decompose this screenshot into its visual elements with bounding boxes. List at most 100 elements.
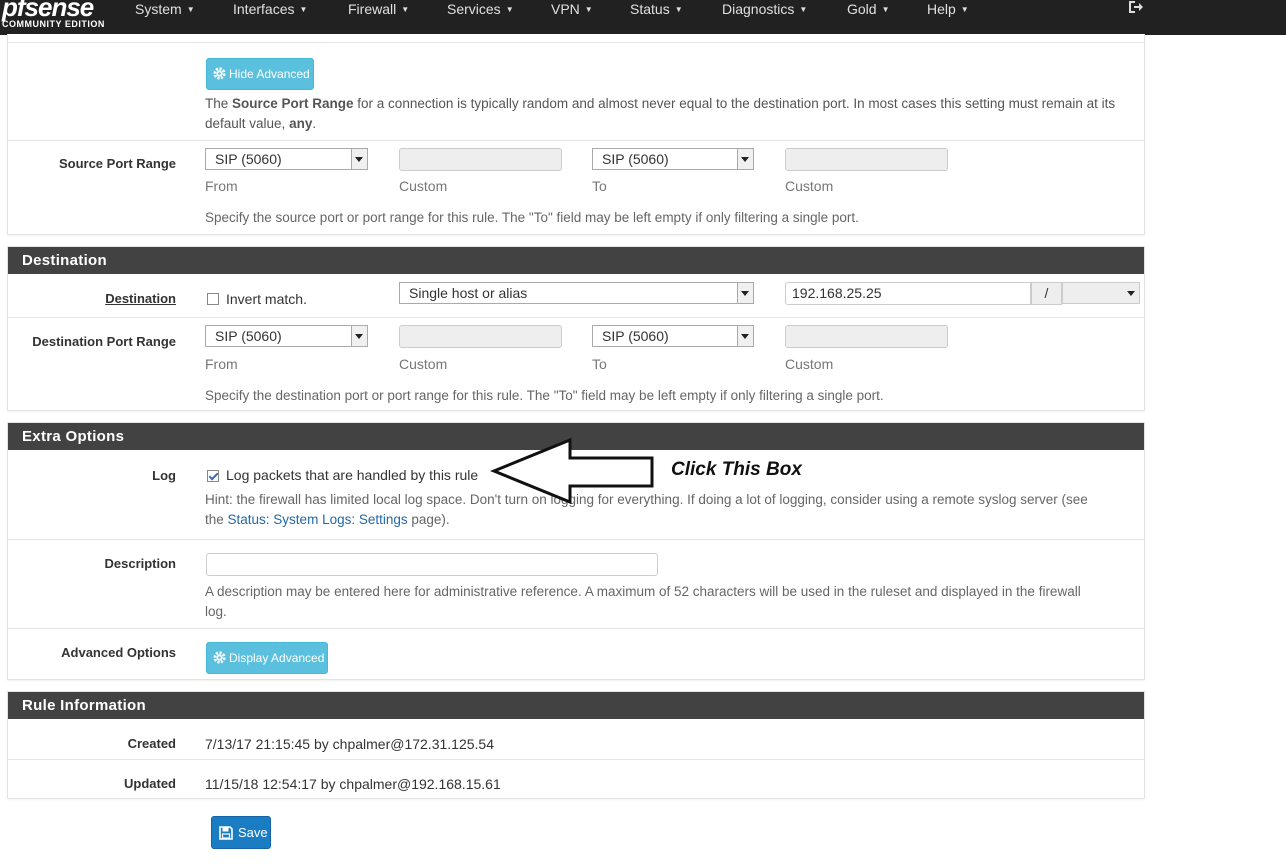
nav-status[interactable]: Status ▼ bbox=[630, 0, 683, 18]
from-sublabel: From bbox=[205, 356, 238, 372]
source-port-from-select[interactable]: SIP (5060) bbox=[205, 148, 368, 170]
caret-down-icon: ▼ bbox=[881, 5, 890, 15]
custom-sublabel: Custom bbox=[399, 178, 448, 194]
caret-down-icon: ▼ bbox=[799, 5, 808, 15]
chevron-down-icon bbox=[1124, 283, 1139, 303]
log-hint-line: Hint: the firewall has limited local log… bbox=[205, 492, 1088, 507]
logout-icon[interactable] bbox=[1128, 0, 1144, 14]
log-packets-checkbox[interactable] bbox=[207, 470, 219, 482]
invert-match-checkbox[interactable] bbox=[207, 293, 219, 305]
nav-label: VPN bbox=[551, 1, 580, 17]
source-port-to-select[interactable]: SIP (5060) bbox=[592, 148, 754, 170]
log-label: Log bbox=[152, 468, 176, 483]
pfsense-logo[interactable]: pfsense COMMUNITY EDITION bbox=[0, 0, 110, 34]
chevron-down-icon bbox=[351, 149, 367, 169]
source-port-from-custom bbox=[399, 148, 562, 171]
destination-type-select[interactable]: Single host or alias bbox=[399, 282, 754, 304]
updated-value: 11/15/18 12:54:17 by chpalmer@192.168.15… bbox=[205, 776, 501, 792]
description-label: Description bbox=[104, 556, 176, 571]
save-button[interactable]: Save bbox=[211, 816, 271, 849]
help-text: The bbox=[205, 96, 233, 111]
row-separator bbox=[8, 628, 1144, 629]
help-bold: any bbox=[289, 116, 313, 131]
destination-address-input[interactable]: 192.168.25.25 bbox=[785, 282, 1031, 305]
gear-icon bbox=[213, 651, 226, 664]
row-separator bbox=[8, 759, 1144, 760]
nav-gold[interactable]: Gold ▼ bbox=[847, 0, 890, 18]
destination-port-from-select[interactable]: SIP (5060) bbox=[205, 325, 368, 347]
nav-label: Status bbox=[630, 1, 670, 17]
rule-information-heading: Rule Information bbox=[8, 692, 1144, 719]
select-value: Single host or alias bbox=[409, 285, 528, 301]
annotation-arrow-icon bbox=[490, 437, 654, 505]
nav-firewall[interactable]: Firewall ▼ bbox=[348, 0, 409, 18]
nav-label: Help bbox=[927, 1, 956, 17]
select-value: SIP (5060) bbox=[215, 151, 282, 167]
chevron-down-icon bbox=[737, 283, 753, 303]
system-logs-settings-link[interactable]: Status: System Logs: Settings bbox=[228, 512, 408, 527]
source-panel: Hide Advanced The Source Port Range for … bbox=[7, 34, 1145, 235]
caret-down-icon: ▼ bbox=[960, 5, 969, 15]
log-hint-line: the Status: System Logs: Settings page). bbox=[205, 510, 1135, 530]
updated-label: Updated bbox=[124, 776, 176, 791]
caret-down-icon: ▼ bbox=[584, 5, 593, 15]
logo-edition: COMMUNITY EDITION bbox=[2, 19, 105, 29]
custom-sublabel: Custom bbox=[785, 178, 834, 194]
annotation-text: Click This Box bbox=[671, 459, 802, 480]
destination-port-range-label: Destination Port Range bbox=[32, 334, 176, 349]
hide-advanced-button[interactable]: Hide Advanced bbox=[206, 58, 314, 90]
select-value: SIP (5060) bbox=[602, 151, 669, 167]
row-separator bbox=[8, 317, 1144, 318]
description-help-line: A description may be entered here for ad… bbox=[205, 584, 1081, 599]
nav-label: Interfaces bbox=[233, 1, 295, 17]
caret-down-icon: ▼ bbox=[505, 5, 514, 15]
nav-label: Gold bbox=[847, 1, 877, 17]
nav-diagnostics[interactable]: Diagnostics ▼ bbox=[722, 0, 807, 18]
description-help-line: log. bbox=[205, 604, 227, 619]
nav-label: Services bbox=[447, 1, 501, 17]
floppy-icon bbox=[219, 826, 233, 840]
gear-icon bbox=[213, 67, 226, 80]
help-text: page). bbox=[407, 512, 450, 527]
display-advanced-button[interactable]: Display Advanced bbox=[206, 642, 328, 674]
help-text: the bbox=[205, 512, 228, 527]
display-advanced-label: Display Advanced bbox=[229, 651, 325, 665]
caret-down-icon: ▼ bbox=[186, 5, 195, 15]
description-input[interactable] bbox=[206, 553, 658, 576]
destination-port-to-select[interactable]: SIP (5060) bbox=[592, 325, 754, 347]
nav-interfaces[interactable]: Interfaces ▼ bbox=[233, 0, 307, 18]
created-value: 7/13/17 21:15:45 by chpalmer@172.31.125.… bbox=[205, 736, 494, 752]
caret-down-icon: ▼ bbox=[674, 5, 683, 15]
to-sublabel: To bbox=[592, 356, 607, 372]
chevron-down-icon bbox=[351, 326, 367, 346]
caret-down-icon: ▼ bbox=[299, 5, 308, 15]
destination-mask-select[interactable] bbox=[1062, 282, 1140, 304]
source-port-to-custom bbox=[785, 148, 948, 171]
created-label: Created bbox=[127, 736, 176, 751]
nav-services[interactable]: Services ▼ bbox=[447, 0, 514, 18]
destination-port-range-help: Specify the destination port or port ran… bbox=[205, 388, 884, 403]
row-separator bbox=[8, 42, 1144, 43]
rule-information-panel: Rule Information Created 7/13/17 21:15:4… bbox=[7, 691, 1145, 799]
save-label: Save bbox=[238, 825, 268, 840]
nav-help[interactable]: Help ▼ bbox=[927, 0, 969, 18]
nav-vpn[interactable]: VPN ▼ bbox=[551, 0, 593, 18]
subnet-slash: / bbox=[1031, 282, 1062, 305]
description-help: A description may be entered here for ad… bbox=[205, 582, 1135, 622]
destination-port-from-custom bbox=[399, 325, 562, 348]
from-sublabel: From bbox=[205, 178, 238, 194]
advanced-options-label: Advanced Options bbox=[61, 645, 176, 660]
row-separator bbox=[8, 140, 1144, 141]
select-value: SIP (5060) bbox=[602, 328, 669, 344]
destination-label[interactable]: Destination bbox=[8, 291, 176, 306]
nav-system[interactable]: System ▼ bbox=[135, 0, 195, 18]
nav-label: System bbox=[135, 1, 182, 17]
invert-match-label: Invert match. bbox=[226, 291, 307, 307]
source-port-range-label: Source Port Range bbox=[58, 156, 176, 171]
destination-heading: Destination bbox=[8, 247, 1144, 274]
chevron-down-icon bbox=[737, 149, 753, 169]
help-text: . bbox=[312, 116, 317, 131]
hide-advanced-label: Hide Advanced bbox=[229, 67, 310, 81]
source-port-range-help: Specify the source port or port range fo… bbox=[205, 210, 859, 225]
log-packets-label: Log packets that are handled by this rul… bbox=[226, 467, 479, 483]
